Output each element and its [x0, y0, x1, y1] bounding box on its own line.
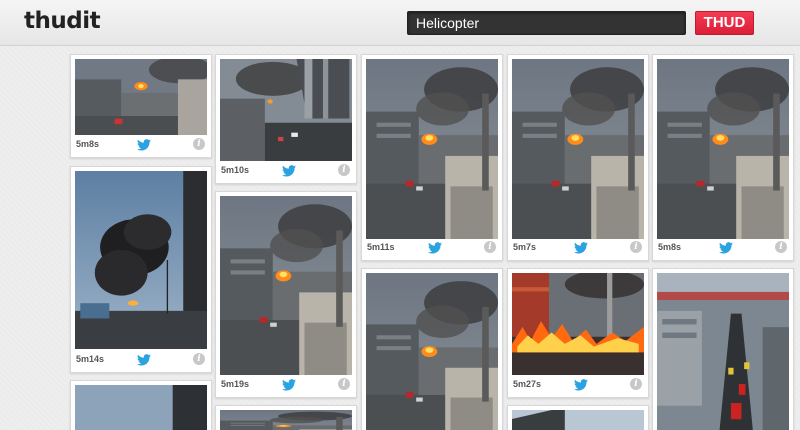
- photo-card[interactable]: [215, 405, 357, 430]
- photo[interactable]: [657, 273, 789, 430]
- photo[interactable]: [75, 385, 207, 430]
- photo-card[interactable]: 5m8s i: [70, 54, 212, 158]
- twitter-bird-icon[interactable]: [137, 353, 151, 366]
- photo-card[interactable]: 5m11s i: [361, 54, 503, 261]
- search-input[interactable]: [407, 11, 686, 35]
- elapsed-time: 5m19s: [221, 379, 250, 389]
- elapsed-time: 5m27s: [513, 379, 542, 389]
- twitter-bird-icon[interactable]: [574, 378, 588, 391]
- elapsed-time: 5m11s: [367, 242, 395, 252]
- photo-card[interactable]: 5m14s i: [70, 166, 212, 373]
- twitter-bird-icon[interactable]: [574, 241, 588, 254]
- photo[interactable]: [657, 59, 789, 239]
- card-meta: 5m7s i: [508, 238, 648, 260]
- card-meta: 5m8s i: [653, 238, 793, 260]
- info-icon[interactable]: i: [630, 378, 642, 390]
- twitter-bird-icon[interactable]: [282, 378, 296, 391]
- info-icon[interactable]: i: [630, 241, 642, 253]
- photo[interactable]: [75, 59, 207, 135]
- logo[interactable]: thudit: [24, 8, 101, 34]
- info-icon[interactable]: i: [484, 241, 496, 253]
- elapsed-time: 5m10s: [221, 165, 250, 175]
- card-meta: 5m27s i: [508, 375, 648, 397]
- elapsed-time: 5m7s: [513, 242, 537, 252]
- card-meta: 5m14s i: [71, 350, 211, 372]
- photo-card[interactable]: 5m27s i: [507, 268, 649, 398]
- photo[interactable]: [366, 59, 498, 239]
- photo-card[interactable]: [652, 268, 794, 430]
- card-meta: 5m11s i: [362, 238, 502, 260]
- info-icon[interactable]: i: [775, 241, 787, 253]
- photo[interactable]: [512, 59, 644, 239]
- search-button[interactable]: THUD: [695, 11, 754, 35]
- photo-card[interactable]: 5m8s i: [652, 54, 794, 261]
- card-meta: 5m8s i: [71, 135, 211, 157]
- elapsed-time: 5m8s: [658, 242, 682, 252]
- photo[interactable]: [512, 273, 644, 375]
- twitter-bird-icon[interactable]: [428, 241, 442, 254]
- photo-card[interactable]: [361, 268, 503, 430]
- elapsed-time: 5m8s: [76, 139, 100, 149]
- photo[interactable]: [220, 59, 352, 161]
- info-icon[interactable]: i: [338, 164, 350, 176]
- photo-card[interactable]: 5m19s i: [215, 191, 357, 398]
- photo-card[interactable]: [70, 380, 212, 430]
- twitter-bird-icon[interactable]: [282, 164, 296, 177]
- info-icon[interactable]: i: [193, 353, 205, 365]
- photo-card[interactable]: 5m7s i: [507, 54, 649, 261]
- twitter-bird-icon[interactable]: [137, 138, 151, 151]
- photo[interactable]: [220, 196, 352, 375]
- photo[interactable]: [366, 273, 498, 430]
- info-icon[interactable]: i: [338, 378, 350, 390]
- top-bar: thudit THUD: [0, 0, 800, 46]
- photo[interactable]: [75, 171, 207, 349]
- photo[interactable]: [512, 410, 644, 430]
- card-meta: 5m19s i: [216, 375, 356, 397]
- photo[interactable]: [220, 410, 352, 430]
- card-meta: 5m10s i: [216, 161, 356, 183]
- photo-card[interactable]: 5m10s i: [215, 54, 357, 184]
- elapsed-time: 5m14s: [76, 354, 105, 364]
- twitter-bird-icon[interactable]: [719, 241, 733, 254]
- photo-card[interactable]: [507, 405, 649, 430]
- info-icon[interactable]: i: [193, 138, 205, 150]
